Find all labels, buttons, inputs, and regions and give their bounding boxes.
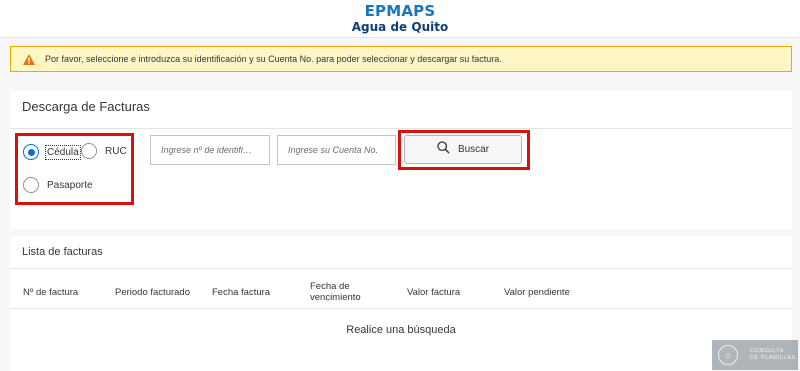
watermark-line1: CONSULTA <box>750 348 784 354</box>
divider <box>10 268 792 269</box>
id-number-placeholder: Ingrese nº de identifi… <box>161 145 252 155</box>
column-header-invoice-number[interactable]: Nº de factura <box>23 287 78 298</box>
column-header-invoice-date[interactable]: Fecha factura <box>212 287 270 298</box>
warning-message-strip: Por favor, seleccione e introduzca su id… <box>10 46 792 72</box>
column-header-invoice-amount[interactable]: Valor factura <box>407 287 460 298</box>
watermark-text: CONSULTA DE PLANILLAS <box>750 348 796 362</box>
highlight-box-search <box>398 130 530 170</box>
divider <box>10 308 792 309</box>
invoice-list-panel: Lista de facturas Nº de factura Periodo … <box>10 236 792 371</box>
watermark: ⌂ CONSULTA DE PLANILLAS <box>712 340 798 370</box>
id-number-input[interactable]: Ingrese nº de identifi… <box>150 135 270 165</box>
app-header: EPMAPS Agua de Quito <box>0 0 800 38</box>
account-number-input[interactable]: Ingrese su Cuenta No. <box>277 135 396 165</box>
brand-title: EPMAPS <box>364 2 436 20</box>
highlight-box-id-type <box>15 133 134 205</box>
list-title: Lista de facturas <box>22 246 103 258</box>
empty-state-message: Realice una búsqueda <box>346 324 456 336</box>
warning-triangle-icon <box>21 51 37 67</box>
warning-text: Por favor, seleccione e introduzca su id… <box>45 54 502 64</box>
column-header-billing-period[interactable]: Periodo facturado <box>115 287 190 298</box>
column-header-due-date[interactable]: Fecha de vencimiento <box>310 281 380 303</box>
brand-logo: EPMAPS Agua de Quito <box>330 2 470 35</box>
watermark-line2: DE PLANILLAS <box>750 355 796 361</box>
column-header-pending-amount[interactable]: Valor pendiente <box>504 287 570 298</box>
brand-subtitle: Agua de Quito <box>351 20 449 34</box>
divider <box>10 128 792 129</box>
planilla-logo-icon: ⌂ <box>718 345 738 365</box>
account-number-placeholder: Ingrese su Cuenta No. <box>288 145 379 155</box>
panel-title: Descarga de Facturas <box>22 99 150 114</box>
